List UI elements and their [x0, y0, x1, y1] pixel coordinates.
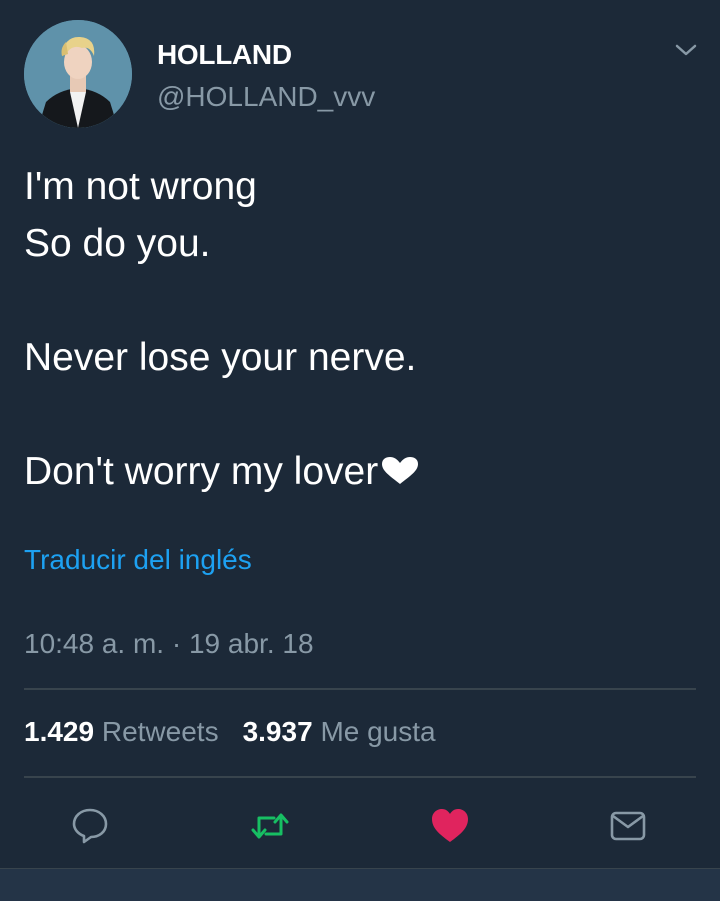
- retweets-label: Retweets: [101, 716, 219, 747]
- tweet-line-last: Don't worry my lover: [24, 443, 694, 500]
- tweet-timestamp[interactable]: 10:48 a. m. · 19 abr. 18: [24, 626, 314, 662]
- chevron-down-icon[interactable]: [672, 38, 700, 62]
- retweets-count: 1.429: [24, 716, 95, 747]
- tweet-line: Never lose your nerve.: [24, 336, 417, 379]
- tweet-line: So do you.: [24, 222, 211, 265]
- retweet-icon[interactable]: [250, 806, 290, 846]
- divider: [24, 776, 696, 778]
- divider: [24, 688, 696, 690]
- tweet-stats: 1.429 Retweets 3.937 Me gusta: [24, 714, 436, 750]
- translate-link[interactable]: Traducir del inglés: [24, 542, 252, 578]
- tweet-line: [24, 272, 694, 329]
- tweet-line: [24, 386, 694, 443]
- heart-icon: [380, 445, 420, 484]
- likes-count: 3.937: [242, 716, 313, 747]
- likes-stat[interactable]: 3.937 Me gusta: [243, 716, 436, 747]
- display-name[interactable]: HOLLAND: [157, 38, 292, 72]
- direct-message-icon[interactable]: [608, 806, 648, 846]
- retweets-stat[interactable]: 1.429 Retweets: [24, 716, 219, 747]
- tweet-line: I'm not wrong: [24, 165, 257, 208]
- like-icon[interactable]: [430, 806, 470, 846]
- tweet-text: I'm not wrong So do you. Never lose your…: [24, 158, 694, 500]
- likes-label: Me gusta: [320, 716, 436, 747]
- reply-icon[interactable]: [70, 806, 110, 846]
- tweet-line: Don't worry my lover: [24, 450, 379, 493]
- avatar[interactable]: [24, 20, 132, 128]
- user-handle[interactable]: @HOLLAND_vvv: [157, 80, 375, 114]
- bottom-bar: [0, 868, 720, 901]
- tweet-detail: HOLLAND @HOLLAND_vvv I'm not wrong So do…: [0, 0, 720, 868]
